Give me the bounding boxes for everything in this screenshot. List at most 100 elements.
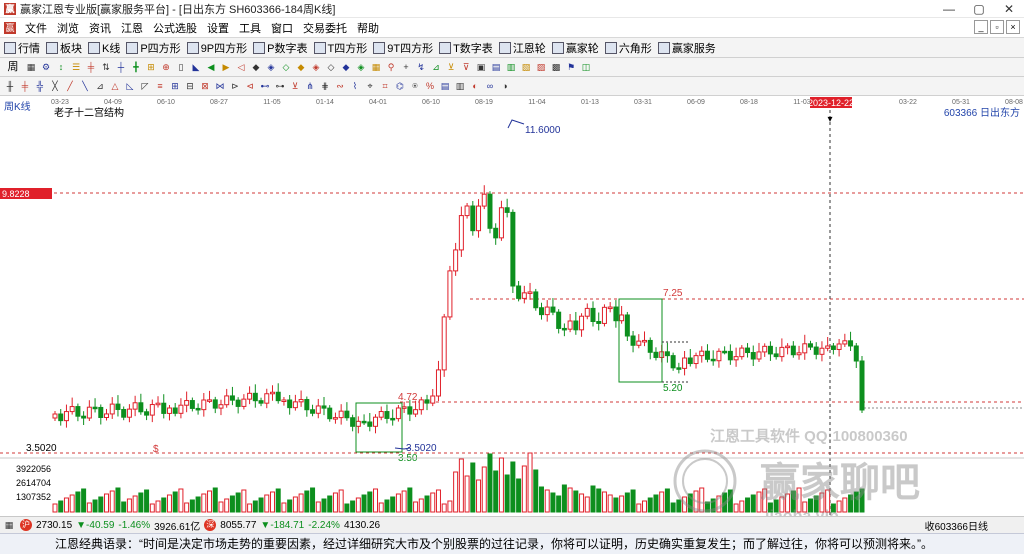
gann-tool-icon[interactable]: ◸ (139, 80, 151, 92)
gann-tool-icon[interactable]: ◑ (499, 80, 511, 92)
gann-tool-icon[interactable]: ⊟ (184, 80, 196, 92)
gann-tool-icon[interactable]: ╫ (4, 80, 16, 92)
drawing-tool-icon[interactable]: ◇ (325, 61, 337, 73)
menu-settings[interactable]: 设置 (202, 20, 234, 36)
drawing-tool-icon[interactable]: ▶ (220, 61, 232, 73)
drawing-tool-icon[interactable]: ◈ (355, 61, 367, 73)
toolbar-service-button[interactable]: 赢家服务 (657, 40, 716, 56)
gann-tool-icon[interactable]: ⊲ (244, 80, 256, 92)
kline-chart[interactable]: 03-23 04-09 06-10 08-27 11-05 01-14 04-01 06-10… (0, 96, 1024, 516)
gann-tool-icon[interactable]: ∾ (334, 80, 346, 92)
drawing-tool-icon[interactable]: ⊽ (460, 61, 472, 73)
toolbar-hexagon-button[interactable]: 六角形 (604, 40, 652, 56)
gann-tool-icon[interactable]: ╲ (79, 80, 91, 92)
kline-chart-area[interactable]: 03-23 04-09 06-10 08-27 11-05 01-14 04-01 06-10… (0, 96, 1024, 516)
gann-tool-icon[interactable]: ⌗ (379, 80, 391, 92)
drawing-tool-icon[interactable]: ☰ (70, 61, 82, 73)
gann-tool-icon[interactable]: ⌬ (394, 80, 406, 92)
drawing-tool-icon[interactable]: ⊞ (145, 61, 157, 73)
mdi-minimize-button[interactable]: _ (974, 20, 988, 34)
drawing-tool-icon[interactable]: + (400, 61, 412, 73)
toolbar-9t-square-button[interactable]: 9T四方形 (373, 40, 433, 56)
gann-tool-icon[interactable]: ⋔ (304, 80, 316, 92)
drawing-tool-icon[interactable]: ╋ (130, 61, 142, 73)
gann-tool-icon[interactable]: ╱ (64, 80, 76, 92)
gann-tool-icon[interactable]: ⊠ (199, 80, 211, 92)
drawing-tool-icon[interactable]: ⚲ (385, 61, 397, 73)
minimize-button[interactable]: — (934, 0, 964, 18)
toolbar-9p-square-button[interactable]: 9P四方形 (186, 40, 247, 56)
drawing-tool-icon[interactable]: ▩ (550, 61, 562, 73)
drawing-tool-icon[interactable]: ⊻ (445, 61, 457, 73)
menu-browse[interactable]: 浏览 (52, 20, 84, 36)
gann-tool-icon[interactable]: ▥ (454, 80, 466, 92)
drawing-tool-icon[interactable]: ⊿ (430, 61, 442, 73)
menu-trade[interactable]: 交易委托 (298, 20, 352, 36)
mdi-close-button[interactable]: × (1006, 20, 1020, 34)
menu-info[interactable]: 资讯 (84, 20, 116, 36)
toolbar-gann-wheel-button[interactable]: 江恩轮 (498, 40, 546, 56)
drawing-tool-icon[interactable]: ⇅ (100, 61, 112, 73)
gann-tool-icon[interactable]: ╳ (49, 80, 61, 92)
drawing-tool-icon[interactable]: ◆ (295, 61, 307, 73)
gann-tool-icon[interactable]: ⌇ (349, 80, 361, 92)
toolbar-pn-table-button[interactable]: P数字表 (253, 40, 308, 56)
period-select[interactable]: 周 (4, 61, 22, 73)
drawing-tool-icon[interactable]: ▥ (505, 61, 517, 73)
gann-tool-icon[interactable]: ⌖ (364, 80, 376, 92)
toolbar-p-square-button[interactable]: P四方形 (126, 40, 181, 56)
gann-tool-icon[interactable]: △ (109, 80, 121, 92)
menu-file[interactable]: 文件 (20, 20, 52, 36)
drawing-tool-icon[interactable]: ↯ (415, 61, 427, 73)
toolbar-t-square-button[interactable]: T四方形 (313, 40, 367, 56)
menu-window[interactable]: 窗口 (266, 20, 298, 36)
menu-tools[interactable]: 工具 (234, 20, 266, 36)
drawing-tool-icon[interactable]: ◈ (310, 61, 322, 73)
drawing-tool-icon[interactable]: ⚙ (40, 61, 52, 73)
gann-tool-icon[interactable]: ⊳ (229, 80, 241, 92)
drawing-tool-icon[interactable]: ▨ (535, 61, 547, 73)
toolbar-kline-button[interactable]: K线 (88, 40, 120, 56)
drawing-tool-icon[interactable]: ▧ (520, 61, 532, 73)
gann-tool-icon[interactable]: ⋈ (214, 80, 226, 92)
gann-tool-icon[interactable]: ▤ (439, 80, 451, 92)
drawing-tool-icon[interactable]: ◈ (265, 61, 277, 73)
toolbar-sector-button[interactable]: 板块 (46, 40, 82, 56)
drawing-tool-icon[interactable]: ◇ (280, 61, 292, 73)
gann-tool-icon[interactable]: ◐ (469, 80, 481, 92)
gann-tool-icon[interactable]: ⊶ (274, 80, 286, 92)
toolbar-quote-list-button[interactable]: 行情 (4, 40, 40, 56)
drawing-tool-icon[interactable]: ◆ (250, 61, 262, 73)
drawing-tool-icon[interactable]: ↕ (55, 61, 67, 73)
gann-tool-icon[interactable]: ◺ (124, 80, 136, 92)
drawing-tool-icon[interactable]: ▯ (175, 61, 187, 73)
gann-tool-icon[interactable]: ⊿ (94, 80, 106, 92)
drawing-tool-icon[interactable]: ┼ (115, 61, 127, 73)
menu-help[interactable]: 帮助 (352, 20, 384, 36)
drawing-tool-icon[interactable]: ▤ (490, 61, 502, 73)
menu-grid-icon[interactable]: ▦ (2, 519, 16, 531)
gann-tool-icon[interactable]: ⊷ (259, 80, 271, 92)
menu-gann[interactable]: 江恩 (116, 20, 148, 36)
mdi-restore-button[interactable]: ▫ (990, 20, 1004, 34)
menu-formula-screen[interactable]: 公式选股 (148, 20, 202, 36)
drawing-tool-icon[interactable]: ╪ (85, 61, 97, 73)
gann-tool-icon[interactable]: ⊞ (169, 80, 181, 92)
gann-tool-icon[interactable]: % (424, 80, 436, 92)
gann-tool-icon[interactable]: ≡ (154, 80, 166, 92)
drawing-tool-icon[interactable]: ▦ (25, 61, 37, 73)
gann-tool-icon[interactable]: ╪ (19, 80, 31, 92)
toolbar-tn-table-button[interactable]: T数字表 (439, 40, 493, 56)
drawing-tool-icon[interactable]: ◆ (340, 61, 352, 73)
drawing-tool-icon[interactable]: ◀ (205, 61, 217, 73)
maximize-button[interactable]: ▢ (964, 0, 994, 18)
drawing-tool-icon[interactable]: ⊕ (160, 61, 172, 73)
gann-tool-icon[interactable]: ⋕ (319, 80, 331, 92)
drawing-tool-icon[interactable]: ⚑ (565, 61, 577, 73)
drawing-tool-icon[interactable]: ▣ (475, 61, 487, 73)
close-button[interactable]: ✕ (994, 0, 1024, 18)
gann-tool-icon[interactable]: ⊻ (289, 80, 301, 92)
drawing-tool-icon[interactable]: ◫ (580, 61, 592, 73)
gann-tool-icon[interactable]: ∞ (484, 80, 496, 92)
drawing-tool-icon[interactable]: ▦ (370, 61, 382, 73)
